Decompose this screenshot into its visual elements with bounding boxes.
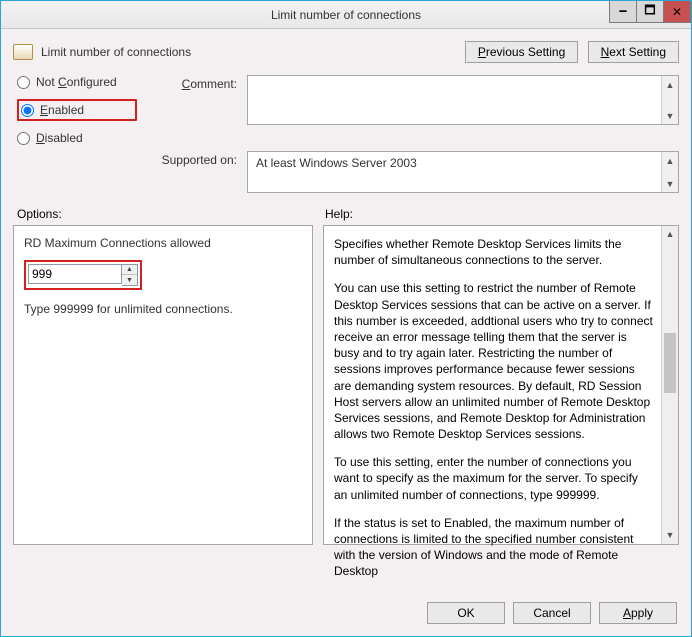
radio-enabled-label: Enabled [40,103,84,117]
spin-buttons: ▲ ▼ [122,264,138,286]
policy-icon [13,44,33,60]
scroll-down-icon[interactable]: ▼ [662,527,678,544]
scroll-down-icon[interactable]: ▼ [662,107,678,124]
scroll-track[interactable] [662,243,678,527]
spin-up-icon[interactable]: ▲ [122,265,137,275]
next-setting-button[interactable]: Next Setting [588,41,679,63]
supported-on-textbox: At least Windows Server 2003 ▲ ▼ [247,151,679,193]
radio-not-configured-input[interactable] [17,76,30,89]
radio-enabled-input[interactable] [21,104,34,117]
section-labels: Options: Help: [13,207,679,221]
help-scrollbar[interactable]: ▲ ▼ [661,226,678,544]
scroll-up-icon[interactable]: ▲ [662,76,678,93]
comment-scrollbar[interactable]: ▲ ▼ [661,76,678,124]
close-button[interactable]: ✕ [663,1,691,23]
spin-down-icon[interactable]: ▼ [122,275,137,285]
comment-textbox[interactable]: ▲ ▼ [247,75,679,125]
cancel-button[interactable]: Cancel [513,602,591,624]
options-panel: RD Maximum Connections allowed ▲ ▼ Type … [13,225,313,545]
help-paragraph: If the status is set to Enabled, the max… [334,515,654,580]
enabled-highlight: Enabled [17,99,137,121]
policy-title: Limit number of connections [41,45,191,59]
scroll-up-icon[interactable]: ▲ [662,152,678,169]
max-connections-highlight: ▲ ▼ [24,260,142,290]
radio-not-configured-label: Not Configured [36,75,117,89]
supported-scrollbar[interactable]: ▲ ▼ [661,152,678,192]
options-label: Options: [17,207,325,221]
radio-disabled-input[interactable] [17,132,30,145]
titlebar: Limit number of connections 🗕 🗖 ✕ [1,1,691,29]
help-panel: Specifies whether Remote Desktop Service… [323,225,679,545]
minimize-button[interactable]: 🗕 [609,1,637,23]
window-title: Limit number of connections [1,8,691,22]
help-label: Help: [325,207,353,221]
window-controls: 🗕 🗖 ✕ [610,1,691,23]
previous-setting-button[interactable]: Previous Setting [465,41,578,63]
dialog-content: Limit number of connections Previous Set… [1,29,691,636]
state-radio-group: Not Configured Enabled Disabled [17,75,137,145]
help-paragraph: You can use this setting to restrict the… [334,280,654,442]
scroll-thumb[interactable] [664,333,676,393]
unlimited-note: Type 999999 for unlimited connections. [24,302,302,316]
ok-button[interactable]: OK [427,602,505,624]
maximize-button[interactable]: 🗖 [636,1,664,23]
scroll-down-icon[interactable]: ▼ [662,175,678,192]
help-paragraph: Specifies whether Remote Desktop Service… [334,236,654,268]
max-connections-label: RD Maximum Connections allowed [24,236,302,250]
apply-button[interactable]: Apply [599,602,677,624]
radio-not-configured[interactable]: Not Configured [17,75,137,89]
radio-disabled-label: Disabled [36,131,83,145]
comment-label: Comment: [137,75,247,91]
radio-enabled[interactable]: Enabled [21,103,84,117]
radio-disabled[interactable]: Disabled [17,131,137,145]
supported-on-value: At least Windows Server 2003 [248,152,678,174]
help-paragraph: To use this setting, enter the number of… [334,454,654,503]
scroll-up-icon[interactable]: ▲ [662,226,678,243]
max-connections-input[interactable] [28,264,122,284]
header-row: Limit number of connections Previous Set… [13,41,679,63]
dialog-buttons: OK Cancel Apply [427,602,677,624]
supported-on-label: Supported on: [137,151,247,167]
